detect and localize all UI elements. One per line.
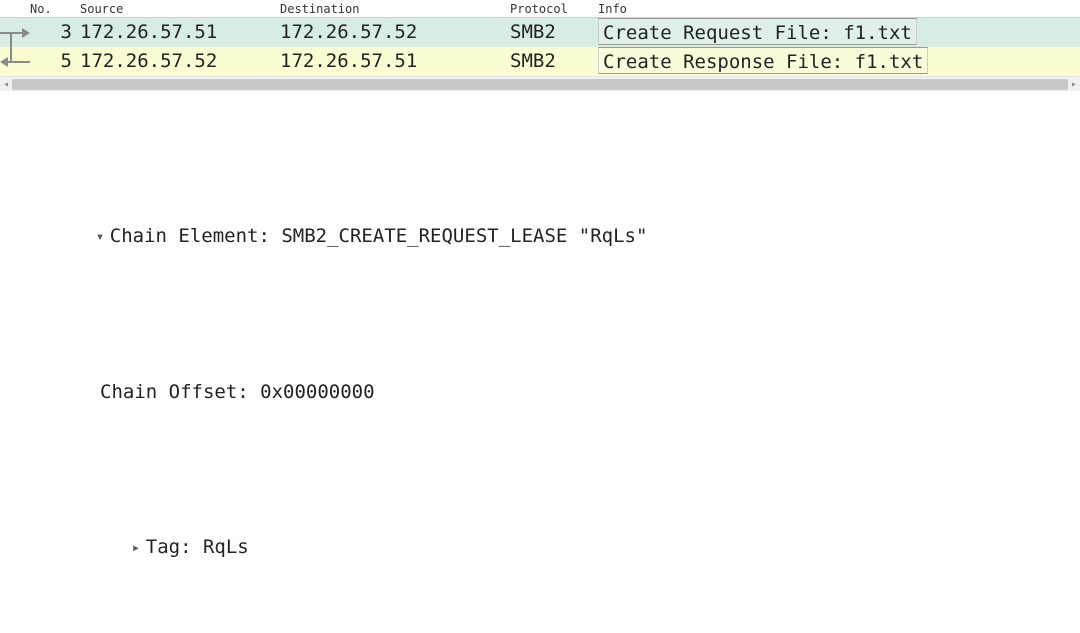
direction-response-icon	[0, 47, 30, 76]
direction-request-icon	[0, 18, 30, 47]
packet-row[interactable]: 3 172.26.57.51 172.26.57.52 SMB2 Create …	[0, 18, 1080, 47]
chevron-down-icon[interactable]	[96, 222, 110, 253]
col-header-info[interactable]: Info	[598, 2, 1080, 16]
packet-info: Create Request File: f1.txt	[598, 18, 1080, 48]
packet-row[interactable]: 5 172.26.57.52 172.26.57.51 SMB2 Create …	[0, 47, 1080, 76]
packet-list: No. Source Destination Protocol Info 3 1…	[0, 0, 1080, 91]
packet-info: Create Response File: f1.txt	[598, 47, 1080, 77]
tree-chain-element[interactable]: Chain Element: SMB2_CREATE_REQUEST_LEASE…	[2, 190, 1080, 284]
packet-destination: 172.26.57.51	[280, 47, 510, 76]
col-header-destination[interactable]: Destination	[280, 2, 510, 16]
packet-source: 172.26.57.51	[80, 18, 280, 47]
packet-protocol: SMB2	[510, 47, 598, 76]
scroll-left-icon[interactable]: ◂	[0, 77, 12, 92]
packet-details-tree: Chain Element: SMB2_CREATE_REQUEST_LEASE…	[0, 91, 1080, 633]
packet-list-header: No. Source Destination Protocol Info	[0, 0, 1080, 18]
tree-chain-offset[interactable]: Chain Offset: 0x00000000	[2, 377, 1080, 408]
col-header-source[interactable]: Source	[80, 2, 280, 16]
horizontal-scrollbar[interactable]: ◂ ▸	[0, 76, 1080, 91]
scroll-right-icon[interactable]: ▸	[1068, 77, 1080, 92]
chevron-right-icon[interactable]	[132, 533, 146, 564]
packet-no: 3	[30, 18, 80, 47]
packet-no: 5	[30, 47, 80, 76]
scrollbar-thumb[interactable]	[12, 79, 1068, 90]
col-header-protocol[interactable]: Protocol	[510, 2, 598, 16]
packet-source: 172.26.57.52	[80, 47, 280, 76]
tree-tag[interactable]: Tag: RqLs	[2, 501, 1080, 595]
packet-protocol: SMB2	[510, 18, 598, 47]
col-header-no[interactable]: No.	[30, 2, 80, 16]
packet-destination: 172.26.57.52	[280, 18, 510, 47]
